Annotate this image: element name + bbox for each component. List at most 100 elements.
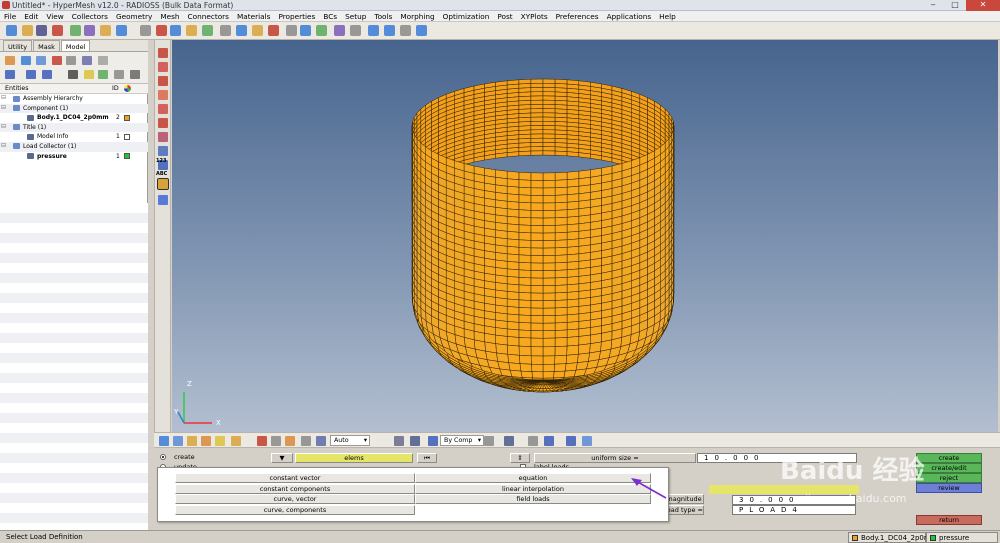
mesh-display-icon[interactable] bbox=[544, 436, 554, 446]
isolate-icon[interactable] bbox=[52, 56, 62, 65]
option-linear-interpolation[interactable]: linear interpolation bbox=[415, 483, 651, 494]
option-equation[interactable]: equation bbox=[415, 473, 651, 483]
entity-color-swatch[interactable] bbox=[124, 153, 130, 160]
display-none-icon[interactable] bbox=[21, 56, 31, 65]
entity-color-swatch[interactable] bbox=[124, 114, 130, 121]
open-model-icon[interactable] bbox=[6, 25, 17, 36]
menu-connectors[interactable]: Connectors bbox=[184, 11, 233, 21]
pointer-icon[interactable] bbox=[68, 70, 78, 79]
menu-xyplots[interactable]: XYPlots bbox=[517, 11, 552, 21]
screen-capture-icon[interactable] bbox=[582, 436, 592, 446]
view-back-icon[interactable] bbox=[350, 25, 361, 36]
tree-row[interactable]: ⊟ Load Collector (1) bbox=[0, 141, 148, 152]
option-field-loads[interactable]: field loads bbox=[415, 494, 651, 504]
menu-post[interactable]: Post bbox=[493, 11, 516, 21]
triad-icon[interactable] bbox=[316, 436, 326, 446]
tree-row[interactable]: ⊟ Component (1) bbox=[0, 103, 148, 114]
current-loadcol-indicator[interactable]: pressure bbox=[926, 532, 998, 543]
minimize-button[interactable]: ‒ bbox=[922, 0, 944, 11]
highlight-icon[interactable] bbox=[84, 70, 94, 79]
mesh-lines-icon[interactable] bbox=[158, 104, 168, 114]
expand-toggle-icon[interactable]: ⊟ bbox=[1, 94, 6, 101]
entity-dropdown-arrow[interactable]: ▼ bbox=[271, 453, 293, 463]
tab-model[interactable]: Model bbox=[60, 40, 91, 51]
load-display-icon[interactable] bbox=[157, 178, 169, 190]
create-edit-button[interactable]: create/edit bbox=[916, 463, 982, 473]
fit-icon[interactable] bbox=[170, 25, 181, 36]
display-reverse-icon[interactable] bbox=[36, 56, 46, 65]
menu-bcs[interactable]: BCs bbox=[319, 11, 341, 21]
maximize-button[interactable]: □ bbox=[944, 0, 966, 11]
hide-icon[interactable] bbox=[82, 56, 92, 65]
graphics-viewport[interactable]: Z X Y bbox=[172, 40, 998, 432]
view-iso-icon[interactable] bbox=[236, 25, 247, 36]
labels-toggle[interactable]: ABC bbox=[156, 171, 167, 177]
filter-icon[interactable] bbox=[42, 70, 52, 79]
menu-setup[interactable]: Setup bbox=[341, 11, 370, 21]
show-icon[interactable] bbox=[66, 56, 76, 65]
tree-row[interactable]: ⊟ Assembly Hierarchy bbox=[0, 94, 148, 104]
reset-selection-button[interactable]: ⏮ bbox=[417, 453, 437, 463]
find-icon[interactable] bbox=[98, 56, 108, 65]
display-all-icon[interactable] bbox=[5, 56, 15, 65]
area-zoom-icon[interactable] bbox=[156, 25, 167, 36]
menu-file[interactable]: File bbox=[0, 11, 20, 21]
transparency-icon[interactable] bbox=[394, 436, 404, 446]
menu-edit[interactable]: Edit bbox=[20, 11, 42, 21]
menu-materials[interactable]: Materials bbox=[233, 11, 274, 21]
move-icon[interactable] bbox=[400, 25, 411, 36]
expand-icon[interactable] bbox=[5, 70, 15, 79]
load-type-input[interactable]: PLOAD4 bbox=[732, 505, 856, 515]
tree-row[interactable]: Body.1_DC04_2p0mm 2 bbox=[0, 113, 148, 123]
element-normal-icon[interactable] bbox=[566, 436, 576, 446]
view-right-icon[interactable] bbox=[252, 25, 263, 36]
expand-toggle-icon[interactable]: ⊟ bbox=[1, 123, 6, 130]
geometry-icon[interactable] bbox=[158, 132, 168, 142]
tree-row[interactable]: ⊟ Title (1) bbox=[0, 122, 148, 133]
menu-collectors[interactable]: Collectors bbox=[68, 11, 112, 21]
create-button[interactable]: create bbox=[916, 453, 982, 463]
tree-row[interactable]: pressure 1 bbox=[0, 152, 148, 162]
unmask-icon[interactable] bbox=[285, 436, 295, 446]
vector-icon[interactable] bbox=[231, 436, 241, 446]
spin-icon[interactable] bbox=[316, 25, 327, 36]
view-left-icon[interactable] bbox=[186, 25, 197, 36]
clear-icon[interactable] bbox=[257, 436, 267, 446]
review-button[interactable]: review bbox=[916, 483, 982, 493]
transparency-icon[interactable] bbox=[158, 90, 168, 100]
view-reset-icon[interactable] bbox=[158, 195, 168, 205]
zoom-in-icon[interactable] bbox=[368, 25, 379, 36]
plot-icon[interactable] bbox=[201, 436, 211, 446]
current-component-indicator[interactable]: Body.1_DC04_2p0m bbox=[848, 532, 931, 543]
menu-mesh[interactable]: Mesh bbox=[156, 11, 183, 21]
wireframe-icon[interactable] bbox=[158, 62, 168, 72]
refresh-icon[interactable] bbox=[130, 70, 140, 79]
menu-applications[interactable]: Applications bbox=[603, 11, 656, 21]
zoom-out-icon[interactable] bbox=[384, 25, 395, 36]
center-icon[interactable] bbox=[334, 25, 345, 36]
select-icon[interactable] bbox=[98, 70, 108, 79]
entities-column[interactable]: Entities bbox=[5, 85, 29, 92]
zoom-icon[interactable] bbox=[300, 25, 311, 36]
uniform-size-toggle[interactable]: ⇕ bbox=[510, 453, 530, 463]
rotate-axis-icon[interactable] bbox=[416, 25, 427, 36]
auto-dropdown[interactable]: Auto ▾ bbox=[330, 435, 370, 446]
user-profile-icon[interactable] bbox=[100, 25, 111, 36]
return-button[interactable]: return bbox=[916, 515, 982, 525]
view-front-icon[interactable] bbox=[202, 25, 213, 36]
menu-properties[interactable]: Properties bbox=[274, 11, 319, 21]
menu-view[interactable]: View bbox=[42, 11, 67, 21]
numbers-toggle[interactable]: 123 bbox=[156, 158, 166, 164]
lighting-icon[interactable] bbox=[410, 436, 420, 446]
shrink-icon[interactable] bbox=[528, 436, 538, 446]
collapse-icon[interactable] bbox=[26, 70, 36, 79]
entity-color-swatch[interactable] bbox=[124, 133, 130, 140]
entity-color-icon[interactable] bbox=[428, 436, 438, 446]
save-icon[interactable] bbox=[36, 25, 47, 36]
undo-icon[interactable] bbox=[70, 25, 81, 36]
option-curve-vector[interactable]: curve, vector bbox=[175, 494, 415, 504]
import-icon[interactable] bbox=[22, 25, 33, 36]
magnify-icon[interactable] bbox=[140, 25, 151, 36]
visibility-icon[interactable] bbox=[114, 70, 124, 79]
tab-mask[interactable]: Mask bbox=[33, 40, 60, 51]
